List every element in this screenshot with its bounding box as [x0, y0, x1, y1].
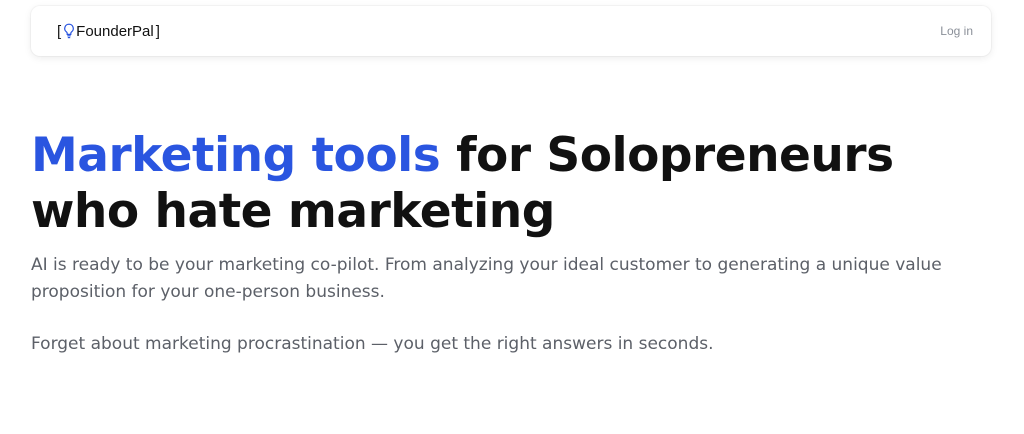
brand-logo[interactable]: [ FounderPal ]: [57, 23, 160, 40]
hero-headline: Marketing tools for Solopreneurs who hat…: [31, 128, 991, 240]
brand-name: FounderPal: [76, 22, 154, 40]
top-navbar: [ FounderPal ] Log in: [31, 6, 991, 56]
hero-section: Marketing tools for Solopreneurs who hat…: [31, 128, 991, 358]
logo-bracket-open: [: [57, 22, 62, 40]
headline-accent: Marketing tools: [31, 128, 441, 183]
hero-subtitle: AI is ready to be your marketing co-pilo…: [31, 255, 942, 302]
login-link[interactable]: Log in: [940, 24, 973, 38]
logo-bracket-close: ]: [155, 22, 160, 40]
hero-tagline: Forget about marketing procrastination —…: [31, 334, 714, 354]
lightbulb-icon: [63, 23, 75, 39]
